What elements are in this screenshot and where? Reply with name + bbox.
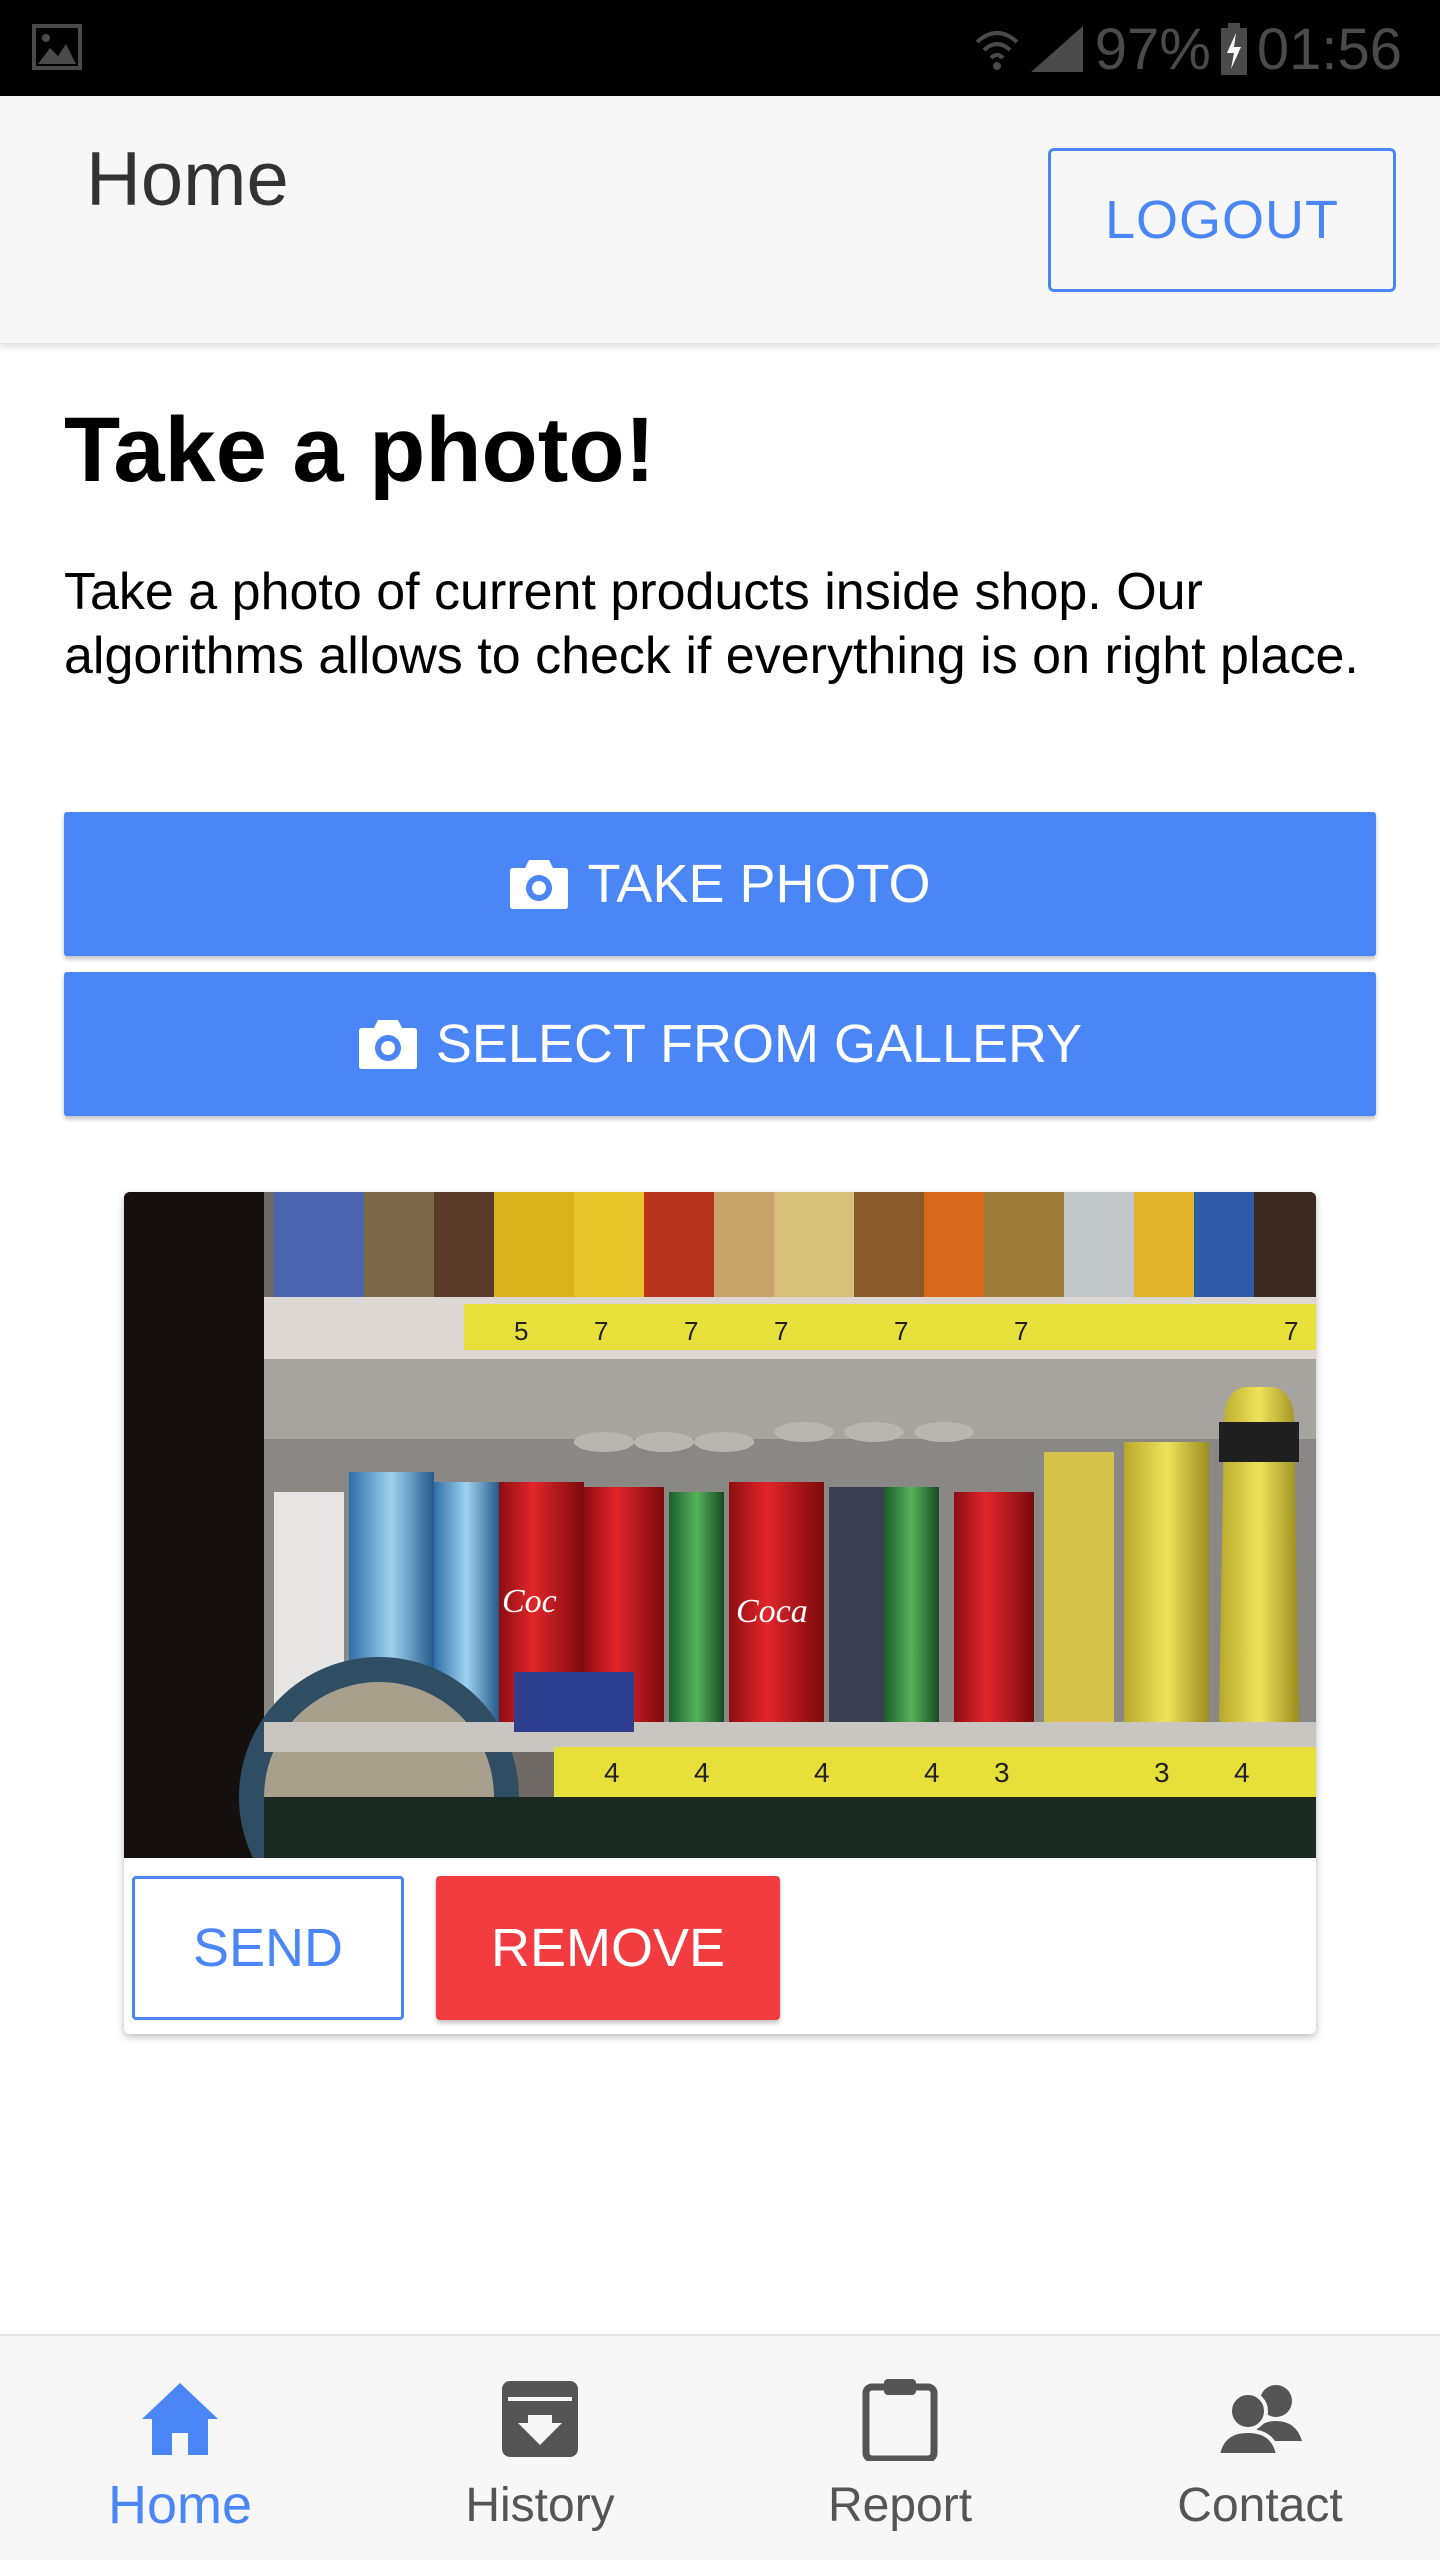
main-heading: Take a photo! (64, 399, 656, 501)
svg-text:7: 7 (1284, 1316, 1298, 1346)
svg-text:4: 4 (604, 1757, 620, 1788)
wifi-icon (975, 31, 1019, 70)
svg-text:4: 4 (1234, 1757, 1250, 1788)
bottom-nav: Home History Report Contact (0, 2334, 1440, 2560)
camera-icon (510, 860, 569, 909)
battery-charging-icon (1220, 23, 1247, 75)
svg-text:Coc: Coc (502, 1583, 557, 1620)
nav-label-home: Home (107, 2475, 253, 2535)
battery-percentage: 97% (1094, 16, 1211, 82)
svg-text:5: 5 (514, 1316, 528, 1346)
product-shelf-photo: 5 7 7 7 7 7 7 Coc Coca 4 4 4 4 3 3 4 (124, 1192, 1316, 1858)
camera-icon (358, 1020, 417, 1069)
nav-item-contact[interactable]: Contact (1080, 2336, 1440, 2560)
svg-text:4: 4 (694, 1757, 710, 1788)
svg-text:Coca: Coca (736, 1593, 808, 1630)
logout-button[interactable]: LOGOUT (1048, 148, 1396, 292)
status-right: 97% 01:56 (975, 14, 1402, 84)
take-photo-label: TAKE PHOTO (587, 854, 931, 914)
nav-label-report: Report (827, 2479, 973, 2532)
signal-icon (1030, 26, 1083, 72)
nav-item-home[interactable]: Home (0, 2336, 360, 2560)
page-title: Home (86, 137, 289, 222)
take-photo-button[interactable]: TAKE PHOTO (64, 812, 1376, 956)
nav-item-history[interactable]: History (360, 2336, 720, 2560)
archive-icon (495, 2374, 585, 2464)
svg-text:7: 7 (684, 1316, 698, 1346)
svg-text:7: 7 (1014, 1316, 1028, 1346)
svg-text:3: 3 (994, 1757, 1010, 1788)
photo-card: 5 7 7 7 7 7 7 Coc Coca 4 4 4 4 3 3 4 SEND RE… (124, 1192, 1316, 2034)
main-description: Take a photo of current products inside … (64, 563, 1359, 685)
contacts-icon (1215, 2374, 1305, 2464)
gallery-label: SELECT FROM GALLERY (435, 1014, 1083, 1074)
svg-text:4: 4 (814, 1757, 830, 1788)
nav-label-contact: Contact (1177, 2479, 1343, 2532)
svg-text:7: 7 (594, 1316, 608, 1346)
app-header: Home LOGOUT (0, 96, 1440, 344)
remove-button[interactable]: REMOVE (436, 1876, 780, 2020)
svg-text:7: 7 (894, 1316, 908, 1346)
home-icon (135, 2374, 225, 2464)
nav-item-report[interactable]: Report (720, 2336, 1080, 2560)
svg-text:3: 3 (1154, 1757, 1170, 1788)
svg-text:4: 4 (924, 1757, 940, 1788)
nav-label-history: History (465, 2479, 615, 2532)
svg-text:7: 7 (774, 1316, 788, 1346)
status-bar: 97% 01:56 (0, 0, 1440, 96)
clipboard-icon (855, 2374, 945, 2464)
select-from-gallery-button[interactable]: SELECT FROM GALLERY (64, 972, 1376, 1116)
image-icon (32, 24, 82, 70)
send-button[interactable]: SEND (132, 1876, 404, 2020)
clock: 01:56 (1256, 16, 1402, 82)
